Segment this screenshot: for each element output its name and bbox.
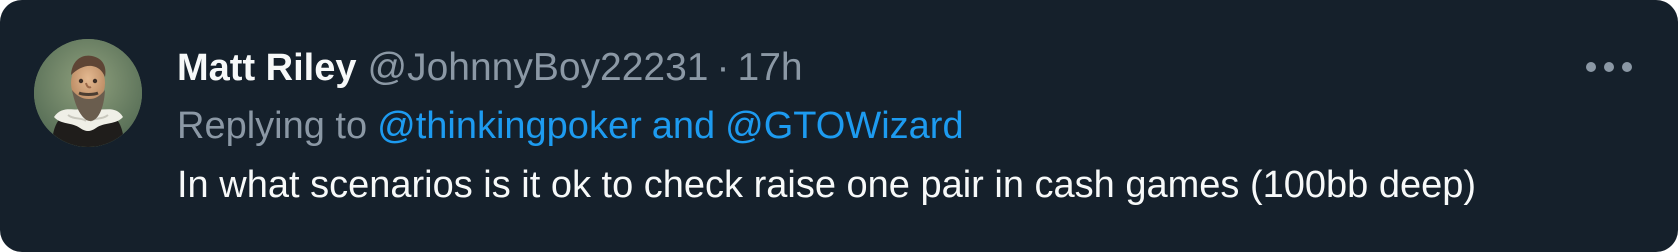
tweet-header: Matt Riley @JohnnyBoy22231 · 17h	[177, 40, 1638, 96]
tweet-text: In what scenarios is it ok to check rais…	[177, 164, 1477, 206]
author-display-name[interactable]: Matt Riley	[177, 40, 356, 96]
tweet-time[interactable]: 17h	[738, 40, 803, 96]
more-horizontal-icon	[1622, 62, 1632, 72]
tweet-card[interactable]: Matt Riley @JohnnyBoy22231 · 17h Replyin…	[0, 0, 1678, 252]
more-horizontal-icon	[1604, 62, 1614, 72]
metadata-separator: ·	[716, 46, 730, 89]
tweet-content: Matt Riley @JohnnyBoy22231 · 17h Replyin…	[177, 40, 1638, 212]
reply-context: Replying to @thinkingpoker and @GTOWizar…	[177, 96, 1638, 156]
mention-gtowizard-link[interactable]: @GTOWizard	[725, 96, 963, 156]
mention-conjunction: and	[651, 105, 716, 147]
more-options-button[interactable]	[1586, 56, 1632, 78]
mention-thinkingpoker-link[interactable]: @thinkingpoker	[377, 96, 642, 156]
avatar[interactable]	[34, 39, 142, 147]
avatar-portrait-image	[34, 39, 142, 147]
more-horizontal-icon	[1586, 62, 1596, 72]
reply-prefix: Replying to	[177, 105, 368, 147]
author-handle[interactable]: @JohnnyBoy22231	[367, 40, 708, 96]
